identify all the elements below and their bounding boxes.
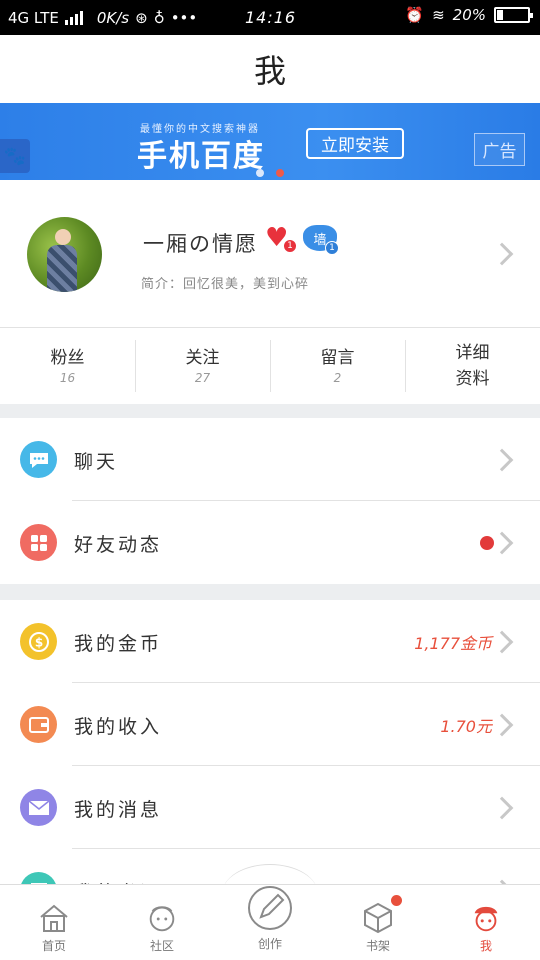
pager-dot-active[interactable] xyxy=(276,169,284,177)
stat-messages[interactable]: 留言 2 xyxy=(270,328,405,404)
stat-label: 留言 xyxy=(320,348,355,368)
wallet-icon xyxy=(20,706,57,743)
stats-bar: 粉丝 16 关注 27 留言 2 详细 资料 xyxy=(0,328,540,404)
net-speed: 0K/s xyxy=(96,8,130,27)
bookshelf-badge-dot xyxy=(391,895,402,906)
home-icon xyxy=(37,901,71,935)
bottom-tab-bar: 首页 社区 创作 书架 我 xyxy=(0,884,540,960)
tab-create[interactable]: 创作 xyxy=(216,885,324,960)
qq-icon: ♁ xyxy=(153,8,165,27)
chevron-right-icon xyxy=(490,713,514,737)
menu-item-income[interactable]: 我的收入 1.70元 xyxy=(0,683,540,766)
alarm-icon: ⏰ xyxy=(405,6,425,24)
ad-label: 广告 xyxy=(474,133,525,166)
pager-dot[interactable] xyxy=(256,169,264,177)
tab-label: 我 xyxy=(479,939,492,953)
cat-badge-count: 1 xyxy=(325,241,339,255)
tab-label: 书架 xyxy=(365,939,390,953)
box-icon xyxy=(361,901,395,935)
chevron-right-icon xyxy=(490,242,514,266)
menu-item-friend-feed[interactable]: 好友动态 xyxy=(0,501,540,584)
heart-badge-icon: ♥ 1 xyxy=(265,225,297,253)
chat-bubble-icon xyxy=(20,441,57,478)
profile-card[interactable]: 一厢の情愿 ♥ 1 墙 1 简介：回忆很美，美到心碎 xyxy=(0,180,540,328)
menu-label: 我的收入 xyxy=(74,716,163,738)
section-divider xyxy=(0,404,540,418)
menu-label: 我的金币 xyxy=(74,633,163,655)
community-icon xyxy=(145,901,179,935)
grid-icon xyxy=(20,524,57,561)
stat-following[interactable]: 关注 27 xyxy=(135,328,270,404)
username: 一厢の情愿 xyxy=(143,232,258,256)
envelope-icon xyxy=(20,789,57,826)
status-bar: 4G LTE 0K/s ⊛ ♁ ••• 14:16 ⏰ ≋ 20% xyxy=(0,0,540,35)
pen-icon xyxy=(247,885,293,931)
chevron-right-icon xyxy=(490,796,514,820)
stat-value: 27 xyxy=(194,371,211,385)
coin-icon: $ xyxy=(20,623,57,660)
me-icon xyxy=(469,901,503,935)
clock: 14:16 xyxy=(245,8,297,27)
income-value: 1.70元 xyxy=(440,717,492,736)
menu-item-chat[interactable]: 聊天 xyxy=(0,418,540,501)
section-divider xyxy=(0,584,540,600)
menu-label: 我的消息 xyxy=(74,799,163,821)
menu-item-messages[interactable]: 我的消息 xyxy=(0,766,540,849)
heart-badge-count: 1 xyxy=(283,239,297,253)
svg-text:$: $ xyxy=(34,635,42,649)
battery-percent: 20% xyxy=(452,6,486,24)
profile-bio: 简介：回忆很美，美到心碎 xyxy=(141,277,310,292)
tab-home[interactable]: 首页 xyxy=(0,885,108,960)
chevron-right-icon xyxy=(490,630,514,654)
tab-label: 创作 xyxy=(257,937,282,951)
tab-me[interactable]: 我 xyxy=(432,885,540,960)
stat-details[interactable]: 详细 资料 xyxy=(405,328,540,404)
banner-pager xyxy=(256,169,284,177)
tab-community[interactable]: 社区 xyxy=(108,885,216,960)
paw-icon[interactable]: 🐾 xyxy=(0,139,30,173)
cat-badge-icon: 墙 1 xyxy=(303,225,339,255)
tab-label: 首页 xyxy=(41,939,66,953)
details-label-line2: 资料 xyxy=(455,369,490,389)
details-label-line1: 详细 xyxy=(455,343,490,363)
stat-fans[interactable]: 粉丝 16 xyxy=(0,328,135,404)
more-dots-icon: ••• xyxy=(170,8,198,27)
stat-value: 2 xyxy=(333,371,342,385)
page-title: 我 xyxy=(0,35,540,103)
install-button[interactable]: 立即安装 xyxy=(306,128,404,159)
signal-icon xyxy=(64,10,83,25)
battery-icon xyxy=(494,7,533,23)
chevron-right-icon xyxy=(490,531,514,555)
tab-bookshelf[interactable]: 书架 xyxy=(324,885,432,960)
menu-label: 好友动态 xyxy=(74,534,163,556)
ad-banner[interactable]: 🐾 最懂你的中文搜索神器 手机百度 立即安装 广告 xyxy=(0,103,540,180)
menu-label: 聊天 xyxy=(74,451,119,473)
stat-label: 粉丝 xyxy=(50,348,85,368)
chevron-right-icon xyxy=(490,448,514,472)
tab-label: 社区 xyxy=(149,939,174,953)
network-label: 4G LTE xyxy=(8,8,59,27)
stat-label: 关注 xyxy=(185,348,220,368)
weibo-icon: ⊛ xyxy=(135,8,148,27)
coins-value: 1,177金币 xyxy=(414,634,492,653)
stat-value: 16 xyxy=(59,371,76,385)
wifi-icon: ≋ xyxy=(432,6,445,24)
menu-item-coins[interactable]: $ 我的金币 1,177金币 xyxy=(0,600,540,683)
banner-brand: 手机百度 xyxy=(137,139,265,174)
avatar[interactable] xyxy=(27,217,102,292)
